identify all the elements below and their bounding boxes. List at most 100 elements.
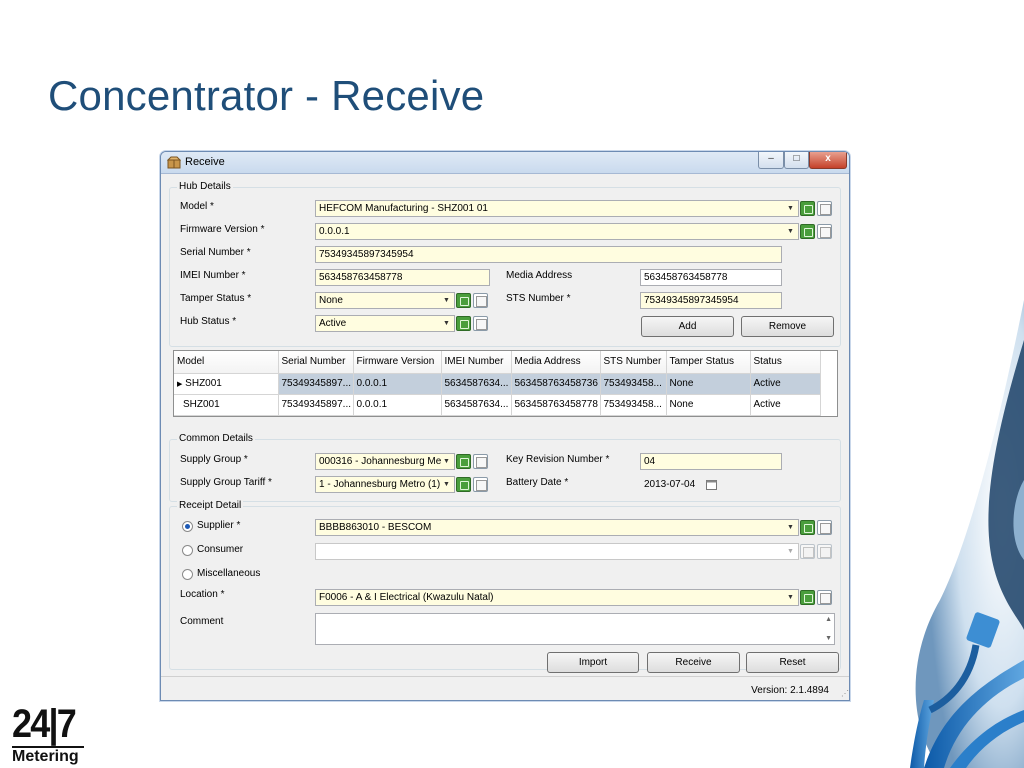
supply-group-select[interactable]: 000316 - Johannesburg Metr ▼ <box>315 453 455 470</box>
supplier-select[interactable]: BBBB863010 - BESCOM ▼ <box>315 519 799 536</box>
hub-status-clear-icon[interactable] <box>473 316 488 331</box>
hub-status-select[interactable]: Active ▼ <box>315 315 455 332</box>
model-clear-icon[interactable] <box>817 201 832 216</box>
location-select[interactable]: F0006 - A & I Electrical (Kwazulu Natal)… <box>315 589 799 606</box>
grid-cell[interactable]: 563458763458736 <box>511 373 601 395</box>
battery-date-picker[interactable]: 2013-07-04 <box>640 476 720 493</box>
consumer-clear-icon[interactable] <box>817 544 832 559</box>
hub-status-label: Hub Status * <box>180 316 237 327</box>
grid-col-model[interactable]: Model <box>174 351 279 374</box>
grid-cell[interactable]: 0.0.0.1 <box>353 373 442 395</box>
consumer-radio[interactable] <box>182 545 193 556</box>
grid-col-imei-number[interactable]: IMEI Number <box>441 351 512 374</box>
receive-button[interactable]: Receive <box>647 652 740 673</box>
imei-number-input[interactable]: 563458763458778 <box>315 269 490 286</box>
window-titlebar[interactable]: Receive – □ x <box>161 152 849 174</box>
sts-number-input[interactable]: 75349345897345954 <box>640 292 782 309</box>
supplier-value: BBBB863010 - BESCOM <box>319 522 432 533</box>
company-logo: 24|7 Metering <box>12 704 88 765</box>
import-button[interactable]: Import <box>547 652 639 673</box>
media-address-input[interactable]: 563458763458778 <box>640 269 782 286</box>
remove-button[interactable]: Remove <box>741 316 834 337</box>
tariff-clear-icon[interactable] <box>473 477 488 492</box>
grid-cell[interactable]: 5634587634... <box>441 394 512 416</box>
grid-col-sts-number[interactable]: STS Number <box>600 351 667 374</box>
model-select[interactable]: HEFCOM Manufacturing - SHZ001 01 ▼ <box>315 200 799 217</box>
scroll-up-icon[interactable]: ▲ <box>825 616 832 623</box>
table-row[interactable]: ▶ SHZ001 75349345897... 0.0.0.1 56345876… <box>174 373 821 395</box>
grid-cell[interactable]: 75349345897... <box>278 394 354 416</box>
grid-cell[interactable]: 5634587634... <box>441 373 512 395</box>
grid-cell[interactable]: None <box>666 373 751 395</box>
close-button[interactable]: x <box>809 152 847 169</box>
grid-cell[interactable]: ▶ SHZ001 <box>174 373 279 395</box>
supply-group-value: 000316 - Johannesburg Metr <box>319 456 448 467</box>
chevron-down-icon[interactable]: ▼ <box>785 521 796 534</box>
miscellaneous-radio[interactable] <box>182 569 193 580</box>
supply-group-clear-icon[interactable] <box>473 454 488 469</box>
chevron-down-icon[interactable]: ▼ <box>441 294 452 307</box>
comment-label: Comment <box>180 616 224 627</box>
firmware-clear-icon[interactable] <box>817 224 832 239</box>
model-lookup-icon[interactable] <box>800 201 815 216</box>
supplier-clear-icon[interactable] <box>817 520 832 535</box>
chevron-down-icon[interactable]: ▼ <box>441 478 452 491</box>
tariff-lookup-icon[interactable] <box>456 477 471 492</box>
chevron-down-icon[interactable]: ▼ <box>785 225 796 238</box>
add-button[interactable]: Add <box>641 316 734 337</box>
grid-header-row: Model Serial Number Firmware Version IME… <box>174 351 821 374</box>
key-revision-number-input[interactable]: 04 <box>640 453 782 470</box>
minimize-button[interactable]: – <box>758 152 784 169</box>
reset-button[interactable]: Reset <box>746 652 839 673</box>
scroll-down-icon[interactable]: ▼ <box>825 635 832 642</box>
calendar-icon[interactable] <box>706 479 717 490</box>
location-clear-icon[interactable] <box>817 590 832 605</box>
maximize-button[interactable]: □ <box>784 152 809 169</box>
grid-cell[interactable]: 563458763458778 <box>511 394 601 416</box>
hub-status-value: Active <box>319 318 347 329</box>
grid-col-tamper-status[interactable]: Tamper Status <box>666 351 751 374</box>
location-value: F0006 - A & I Electrical (Kwazulu Natal) <box>319 592 494 603</box>
serial-number-input[interactable]: 75349345897345954 <box>315 246 782 263</box>
supplier-radio[interactable] <box>182 521 193 532</box>
common-details-group <box>169 439 841 502</box>
grid-cell[interactable]: None <box>666 394 751 416</box>
tamper-status-select[interactable]: None ▼ <box>315 292 455 309</box>
window-title: Receive <box>185 156 225 168</box>
table-row[interactable]: SHZ001 75349345897... 0.0.0.1 5634587634… <box>174 394 821 416</box>
supply-group-lookup-icon[interactable] <box>456 454 471 469</box>
chevron-down-icon[interactable]: ▼ <box>441 317 452 330</box>
supplier-lookup-icon[interactable] <box>800 520 815 535</box>
tamper-clear-icon[interactable] <box>473 293 488 308</box>
grid-cell[interactable]: 753493458... <box>600 394 667 416</box>
chevron-down-icon[interactable]: ▼ <box>441 455 452 468</box>
firmware-version-select[interactable]: 0.0.0.1 ▼ <box>315 223 799 240</box>
chevron-down-icon[interactable]: ▼ <box>785 545 796 558</box>
grid-cell[interactable]: 75349345897... <box>278 373 354 395</box>
version-label: Version: 2.1.4894 <box>751 685 829 696</box>
grid-col-firmware-version[interactable]: Firmware Version <box>353 351 442 374</box>
grid-cell[interactable]: Active <box>750 373 821 395</box>
comment-textarea[interactable]: ▲ ▼ <box>315 613 835 645</box>
grid-cell[interactable]: 753493458... <box>600 373 667 395</box>
common-details-label: Common Details <box>177 433 255 444</box>
consumer-lookup-icon[interactable] <box>800 544 815 559</box>
resize-grip-icon[interactable]: ⋰ <box>841 689 849 698</box>
location-lookup-icon[interactable] <box>800 590 815 605</box>
grid-cell[interactable]: 0.0.0.1 <box>353 394 442 416</box>
grid-col-media-address[interactable]: Media Address <box>511 351 601 374</box>
consumer-select[interactable]: ▼ <box>315 543 799 560</box>
grid-col-serial-number[interactable]: Serial Number <box>278 351 354 374</box>
supply-group-tariff-select[interactable]: 1 - Johannesburg Metro (1) ( ▼ <box>315 476 455 493</box>
firmware-lookup-icon[interactable] <box>800 224 815 239</box>
model-value: HEFCOM Manufacturing - SHZ001 01 <box>319 203 488 214</box>
tamper-lookup-icon[interactable] <box>456 293 471 308</box>
hub-status-lookup-icon[interactable] <box>456 316 471 331</box>
grid-col-status[interactable]: Status <box>750 351 821 374</box>
grid-cell[interactable]: SHZ001 <box>174 394 279 416</box>
media-address-value: 563458763458778 <box>644 272 728 283</box>
chevron-down-icon[interactable]: ▼ <box>785 591 796 604</box>
chevron-down-icon[interactable]: ▼ <box>785 202 796 215</box>
grid-cell[interactable]: Active <box>750 394 821 416</box>
tamper-status-label: Tamper Status * <box>180 293 252 304</box>
